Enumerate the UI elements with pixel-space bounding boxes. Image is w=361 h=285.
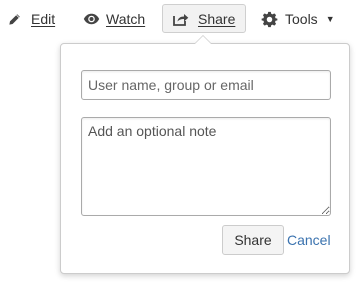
eye-icon: [83, 13, 100, 25]
share-icon: [173, 12, 189, 26]
page-toolbar: Edit Watch Share Tools ▼: [0, 0, 361, 38]
tools-dropdown-button[interactable]: Tools ▼: [261, 5, 335, 33]
share-label: Share: [198, 10, 236, 27]
watch-label: Watch: [106, 11, 146, 27]
note-textarea[interactable]: [81, 117, 331, 216]
share-popover: Share Cancel: [60, 43, 350, 274]
pencil-icon: [8, 13, 21, 26]
popover-arrow-fill: [195, 36, 211, 44]
share-toolbar-button[interactable]: Share: [162, 4, 246, 33]
share-button[interactable]: Share: [222, 225, 284, 255]
gear-icon: [261, 11, 278, 28]
cancel-link[interactable]: Cancel: [287, 232, 331, 248]
edit-label: Edit: [31, 11, 56, 27]
chevron-down-icon: ▼: [325, 14, 335, 24]
watch-button[interactable]: Watch: [83, 5, 145, 33]
edit-button[interactable]: Edit: [8, 5, 55, 33]
recipients-input[interactable]: [81, 70, 331, 100]
tools-label: Tools: [285, 11, 318, 27]
